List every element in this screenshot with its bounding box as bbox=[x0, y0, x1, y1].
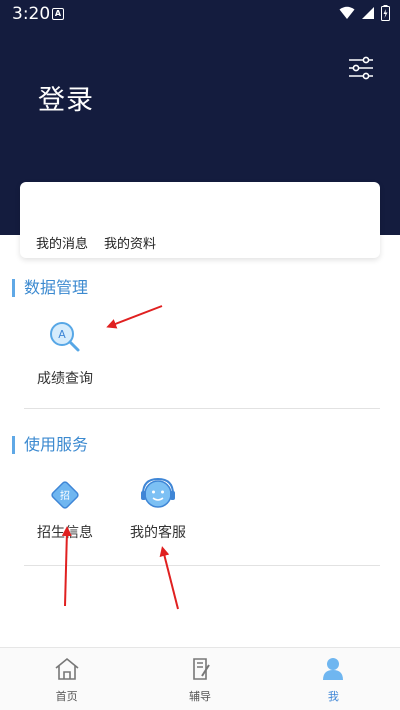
settings-sliders-icon[interactable] bbox=[347, 55, 375, 81]
tab-me[interactable]: 我 bbox=[267, 648, 400, 710]
section-title-data-management: 数据管理 bbox=[12, 279, 88, 297]
tutoring-icon bbox=[193, 658, 210, 680]
customer-service-item[interactable]: 我的客服 bbox=[108, 476, 208, 542]
notification-icon: A bbox=[52, 8, 64, 20]
svg-text:A: A bbox=[58, 328, 66, 341]
tab-tutoring[interactable]: 辅导 bbox=[133, 648, 266, 710]
grade-query-item[interactable]: A 成绩查询 bbox=[15, 320, 115, 388]
status-bar: 3:20 A bbox=[0, 0, 400, 28]
section-divider bbox=[24, 565, 380, 566]
status-time: 3:20 bbox=[12, 4, 51, 24]
tab-home[interactable]: 首页 bbox=[0, 648, 133, 710]
customer-service-icon bbox=[141, 477, 175, 508]
tab-tutoring-label: 辅导 bbox=[188, 690, 211, 703]
tab-me-label: 我 bbox=[327, 690, 339, 703]
annotation-arrow bbox=[106, 305, 163, 329]
admissions-info-item[interactable]: 招 招生信息 bbox=[15, 478, 115, 542]
status-icons bbox=[339, 5, 390, 21]
signal-icon bbox=[362, 7, 374, 19]
bottom-tab-bar: 首页 辅导 我 bbox=[0, 647, 400, 710]
annotation-arrow bbox=[159, 546, 179, 610]
login-button[interactable]: 登录 bbox=[38, 78, 94, 117]
admissions-info-label: 招生信息 bbox=[37, 525, 93, 541]
my-profile-link[interactable]: 我的资料 bbox=[104, 233, 156, 252]
admissions-icon: 招 bbox=[51, 481, 79, 509]
battery-icon bbox=[381, 5, 390, 21]
svg-text:招: 招 bbox=[60, 489, 70, 502]
section-divider bbox=[24, 408, 380, 409]
wifi-icon bbox=[339, 6, 355, 19]
customer-service-label: 我的客服 bbox=[130, 525, 186, 541]
tab-home-label: 首页 bbox=[55, 690, 78, 703]
home-icon bbox=[55, 657, 79, 680]
section-title-services: 使用服务 bbox=[12, 436, 88, 454]
profile-card: 我的消息 我的资料 bbox=[20, 182, 380, 258]
my-messages-link[interactable]: 我的消息 bbox=[36, 233, 88, 252]
grade-search-icon: A bbox=[50, 322, 80, 352]
user-icon bbox=[323, 658, 344, 680]
grade-query-label: 成绩查询 bbox=[37, 371, 93, 387]
